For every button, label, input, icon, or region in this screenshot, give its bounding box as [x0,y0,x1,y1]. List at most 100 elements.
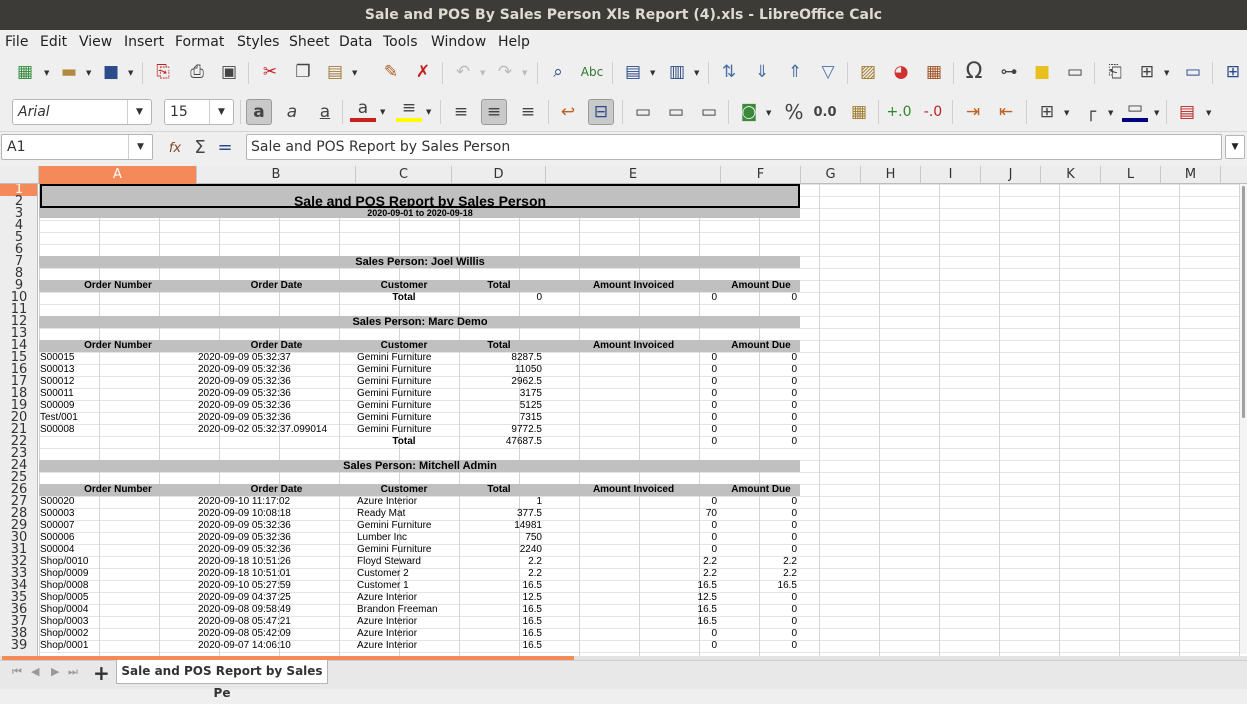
customer-cell[interactable]: Lumber Inc [357,532,451,544]
align-right-icon[interactable]: ≡ [515,99,541,125]
comment-icon[interactable]: ■ [1029,59,1055,85]
amount-due-cell[interactable]: 2.2 [722,568,800,580]
align-center-icon[interactable]: ≡ [481,99,507,125]
amount-due-cell[interactable]: 0 [722,352,800,364]
amount-invoiced-cell[interactable]: 0 [547,388,720,400]
font-color-icon[interactable]: a [350,98,376,122]
merge-center-icon[interactable]: ⊟ [588,99,614,125]
expand-formula-bar-icon[interactable]: ▼ [1225,135,1245,159]
total-cell[interactable]: 2240 [453,544,545,556]
order-date-cell[interactable]: 2020-09-18 10:51:01 [198,568,355,580]
customer-cell[interactable]: Gemini Furniture [357,520,451,532]
menu-help[interactable]: Help [498,30,530,54]
total-cell[interactable]: 750 [453,532,545,544]
sales-person-title[interactable]: Sales Person: Joel Willis [40,256,800,268]
column-title[interactable]: Total [453,340,545,352]
amount-invoiced-cell[interactable]: 0 [547,412,720,424]
border-style-icon[interactable]: ┌ [1078,99,1104,125]
add-sheet-icon[interactable]: + [93,661,110,685]
total-cell[interactable]: 1 [453,496,545,508]
total-cell[interactable]: 11050 [453,364,545,376]
amount-due-cell[interactable]: 0 [722,640,800,652]
order-date-cell[interactable]: 2020-09-09 05:32:36 [198,532,355,544]
vertical-scroll-thumb[interactable] [1242,186,1245,418]
save-icon[interactable]: ■ [98,59,124,85]
underline-icon[interactable]: a [312,99,338,125]
customer-cell[interactable]: Customer 1 [357,580,451,592]
column-header-m[interactable]: M [1161,166,1221,184]
hyperlink-icon[interactable]: ⊶ [996,59,1022,85]
column-header-a[interactable]: A [39,166,197,184]
previous-sheet-icon[interactable]: ◀ [31,665,39,678]
order-number-cell[interactable]: S00009 [40,400,196,412]
total-cell[interactable]: 2962.5 [453,376,545,388]
order-date-cell[interactable]: 2020-09-10 11:17:02 [198,496,355,508]
column-header-i[interactable]: I [921,166,981,184]
order-number-cell[interactable]: Shop/0004 [40,604,196,616]
amount-invoiced-cell[interactable]: 70 [547,508,720,520]
undo-icon[interactable]: ↶ [450,59,476,85]
column-title[interactable]: Customer [357,484,451,496]
amount-due-cell[interactable]: 0 [722,532,800,544]
total-cell[interactable]: 7315 [453,412,545,424]
column-header-j[interactable]: J [981,166,1041,184]
total-cell[interactable]: 8287.5 [453,352,545,364]
order-number-cell[interactable]: Shop/0001 [40,640,196,652]
customer-cell[interactable]: Gemini Furniture [357,400,451,412]
column-header-h[interactable]: H [861,166,921,184]
amount-due-cell[interactable]: 0 [722,364,800,376]
amount-due-cell[interactable]: 0 [722,544,800,556]
amount-invoiced-cell[interactable]: 0 [547,376,720,388]
order-date-cell[interactable]: 2020-09-09 05:32:36 [198,544,355,556]
total-label[interactable]: Total [357,436,451,448]
clone-formatting-icon[interactable]: ✎ [378,59,404,85]
amount-due-cell[interactable]: 0 [722,520,800,532]
order-date-cell[interactable]: 2020-09-08 05:47:21 [198,616,355,628]
menu-styles[interactable]: Styles [237,30,279,54]
column-title[interactable]: Order Date [198,484,355,496]
amount-invoiced-cell[interactable]: 0 [547,496,720,508]
customer-cell[interactable]: Gemini Furniture [357,364,451,376]
define-print-area-icon[interactable]: ⎗ [1102,59,1128,85]
column-title[interactable]: Total [453,280,545,292]
menu-tools[interactable]: Tools [383,30,418,54]
order-date-cell[interactable]: 2020-09-09 05:32:36 [198,412,355,424]
function-wizard-icon[interactable]: fx [162,135,188,161]
formula-input[interactable]: Sale and POS Report by Sales Person [246,134,1222,160]
menu-insert[interactable]: Insert [124,30,164,54]
amount-invoiced-cell[interactable]: 0 [547,364,720,376]
conditional-format-icon[interactable]: ▤ [1174,99,1200,125]
order-date-cell[interactable]: 2020-09-09 05:32:36 [198,520,355,532]
total-cell[interactable]: 16.5 [453,580,545,592]
customer-cell[interactable]: Gemini Furniture [357,412,451,424]
column-title[interactable]: Amount Due [722,484,800,496]
wrap-text-icon[interactable]: ↩ [555,99,581,125]
chevron-down-icon[interactable]: ▼ [128,135,152,159]
order-number-cell[interactable]: S00007 [40,520,196,532]
column-header-l[interactable]: L [1101,166,1161,184]
total-cell[interactable]: 12.5 [453,592,545,604]
column-icon[interactable]: ▥ [664,59,690,85]
column-title[interactable]: Amount Due [722,280,800,292]
sales-person-title[interactable]: Sales Person: Mitchell Admin [40,460,800,472]
align-bottom-icon[interactable]: ▭ [696,99,722,125]
amount-due-cell[interactable]: 0 [722,400,800,412]
column-title[interactable]: Customer [357,340,451,352]
column-title[interactable]: Order Date [198,280,355,292]
menu-window[interactable]: Window [431,30,486,54]
column-header-f[interactable]: F [721,166,801,184]
row-header[interactable]: 39 [0,639,37,652]
redo-icon[interactable]: ↷ [492,59,518,85]
find-replace-icon[interactable]: ⌕ [545,59,571,85]
increase-indent-icon[interactable]: ⇥ [960,99,986,125]
cell-grid[interactable]: Sale and POS Report by Sales Person 2020-… [39,184,1247,656]
total-cell[interactable]: 16.5 [453,616,545,628]
first-sheet-icon[interactable]: ⏮ [12,665,22,679]
column-title[interactable]: Amount Due [722,340,800,352]
amount-due-cell[interactable]: 0 [722,628,800,640]
total-sum-cell[interactable]: 47687.5 [453,436,545,448]
new-document-icon[interactable]: ▦ [12,59,38,85]
customer-cell[interactable]: Azure Interior [357,628,451,640]
order-number-cell[interactable]: Shop/0009 [40,568,196,580]
total-cell[interactable]: 2.2 [453,556,545,568]
